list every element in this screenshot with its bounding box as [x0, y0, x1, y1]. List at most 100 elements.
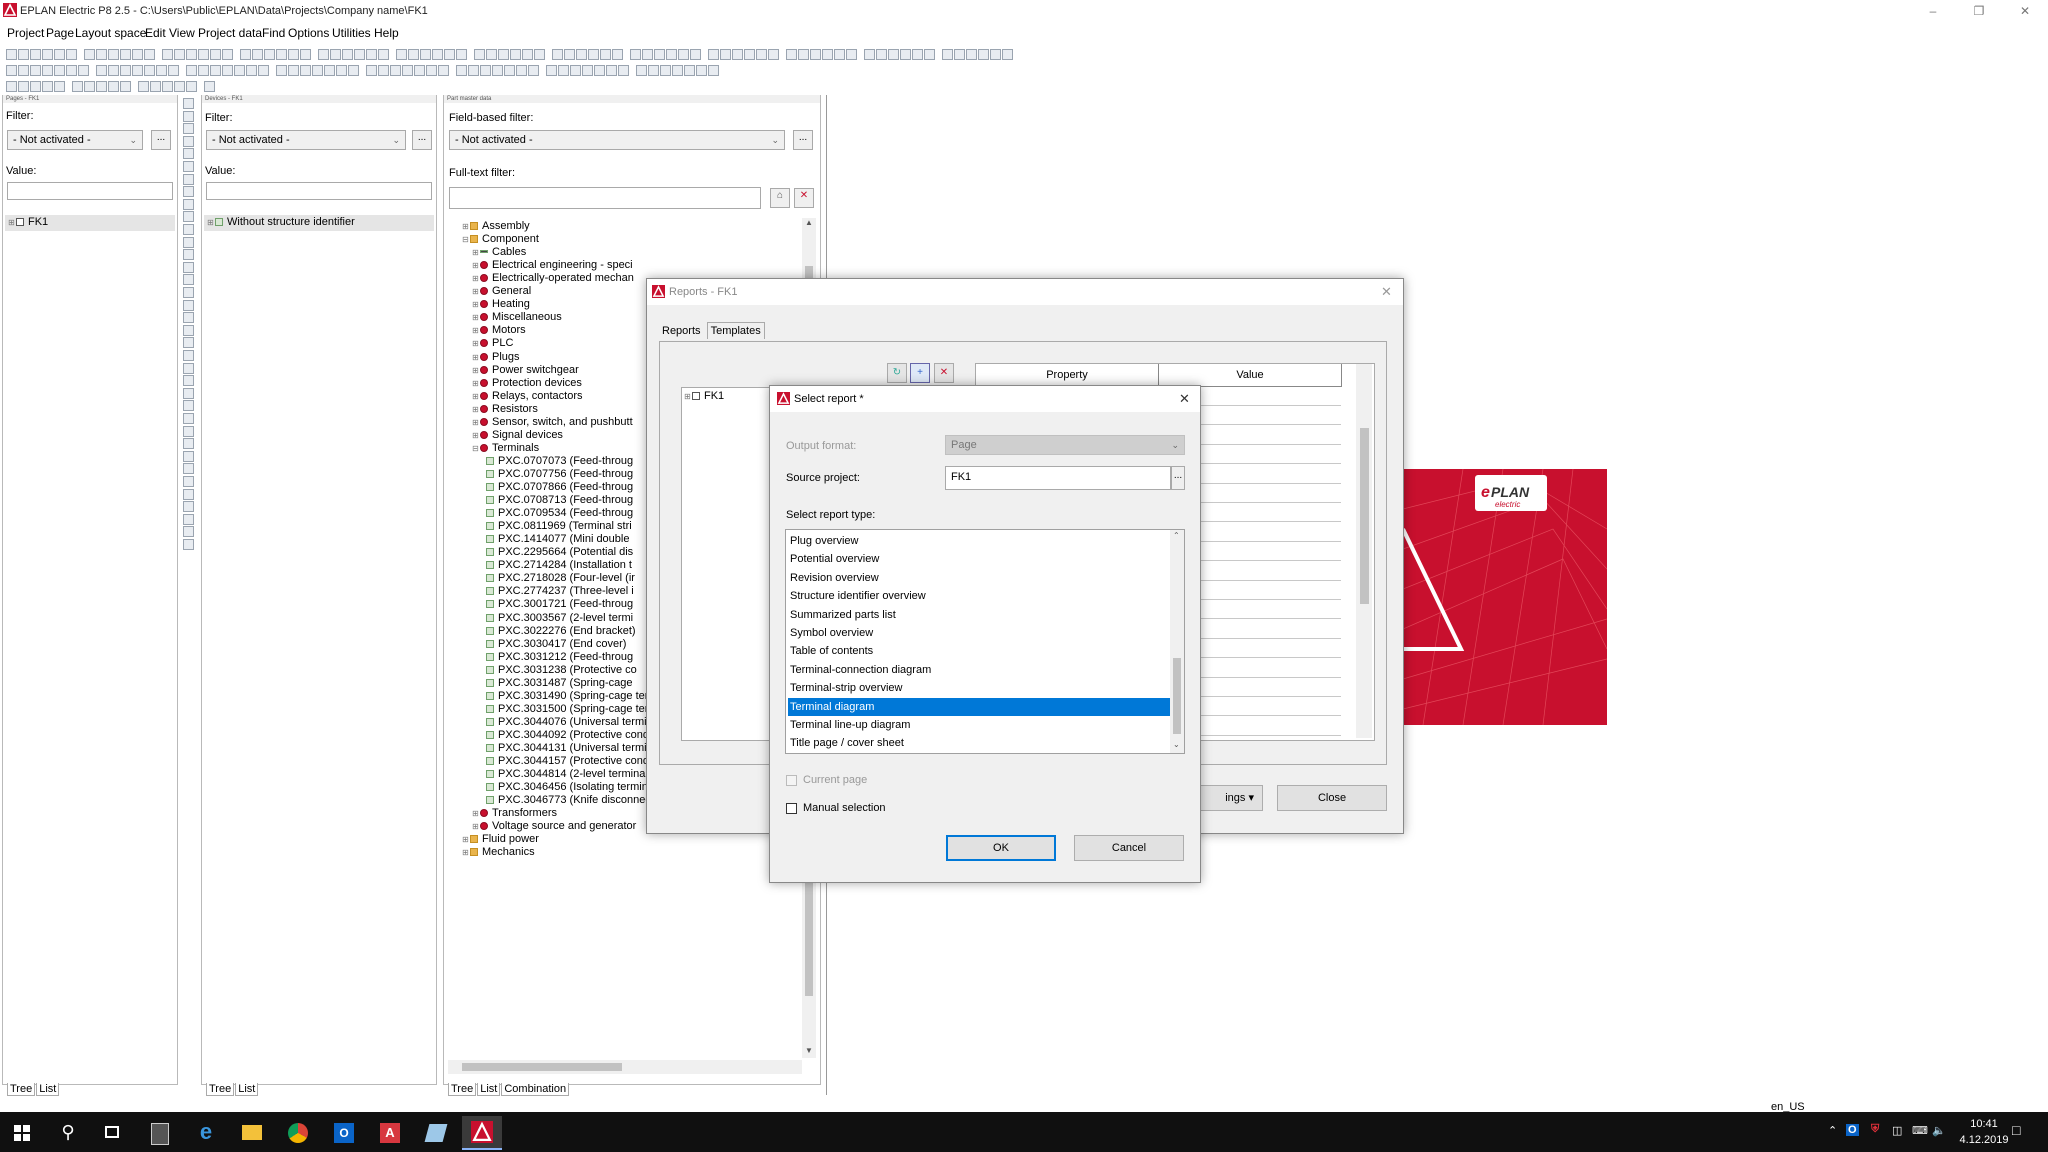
tab-reports[interactable]: Reports [659, 323, 704, 339]
parts-tree-item[interactable]: PXC.2718028 (Four-level (ir [484, 572, 635, 584]
toolbar-button-icon[interactable] [30, 65, 41, 76]
toolbar-button-icon[interactable] [636, 65, 647, 76]
expand-icon[interactable]: ⊞ [472, 339, 479, 348]
keyboard-icon[interactable]: ⌨ [1912, 1124, 1928, 1137]
app-icon[interactable] [416, 1116, 456, 1150]
security-tray-icon[interactable]: ⛨ [1871, 1123, 1879, 1136]
toolbar-button-icon[interactable] [204, 81, 215, 92]
toolbar-button-icon[interactable] [120, 81, 131, 92]
toolbar-button-icon[interactable] [528, 65, 539, 76]
toolbar-button-icon[interactable] [162, 81, 173, 92]
toolbar-button-icon[interactable] [330, 49, 341, 60]
parts-tree-item[interactable]: ⊞ Plugs [472, 351, 520, 363]
scrollbar-thumb[interactable] [1173, 658, 1181, 734]
manual-selection-label[interactable]: Manual selection [803, 802, 886, 814]
toolbar-button-icon[interactable] [144, 65, 155, 76]
toolbar-button-icon[interactable] [108, 49, 119, 60]
toolbar-button-icon[interactable] [18, 81, 29, 92]
toolbar-button-icon[interactable] [138, 81, 149, 92]
acrobat-icon[interactable]: A [370, 1116, 410, 1150]
scrollbar-thumb[interactable] [1360, 428, 1369, 604]
menu-project[interactable]: Project [7, 26, 44, 40]
cancel-button[interactable]: Cancel [1074, 835, 1184, 861]
toolbar-button-icon[interactable] [606, 65, 617, 76]
toolbar-button-icon[interactable] [642, 49, 653, 60]
close-icon[interactable]: ✕ [1381, 284, 1392, 300]
draw-tool-icon[interactable] [183, 261, 194, 273]
report-type-item[interactable]: Revision overview [788, 569, 1170, 587]
parts-tree-item[interactable]: PXC.3022276 (End bracket) [484, 625, 636, 637]
pages-value-input[interactable] [7, 182, 173, 200]
toolbar-button-icon[interactable] [378, 65, 389, 76]
toolbar-button-icon[interactable] [576, 49, 587, 60]
toolbar-button-icon[interactable] [498, 49, 509, 60]
toolbar-button-icon[interactable] [954, 49, 965, 60]
report-type-item[interactable]: Terminal-connection diagram [788, 661, 1170, 679]
expand-icon[interactable]: ⊞ [472, 287, 479, 296]
toolbar-button-icon[interactable] [132, 65, 143, 76]
draw-tool-icon[interactable] [183, 526, 194, 538]
outlook-tray-icon[interactable]: O [1846, 1124, 1859, 1136]
expand-icon[interactable]: ⊞ [472, 809, 479, 818]
parts-tree-item[interactable]: ⊞ Fluid power [462, 833, 539, 845]
draw-tool-icon[interactable] [183, 488, 194, 500]
draw-tool-icon[interactable] [183, 375, 194, 387]
parts-tree-item[interactable]: ⊟ Terminals [472, 442, 539, 454]
tab-list[interactable]: List [36, 1083, 60, 1096]
report-type-item[interactable]: Terminal diagram [788, 697, 1170, 716]
parts-tree-item[interactable]: PXC.3031238 (Protective co [484, 664, 637, 676]
toolbar-button-icon[interactable] [708, 49, 719, 60]
chrome-icon[interactable] [278, 1116, 318, 1150]
parts-tree-item[interactable]: ⊞ PLC [472, 337, 513, 349]
refresh-icon[interactable]: ↻ [887, 363, 907, 383]
calculator-icon[interactable] [140, 1116, 180, 1150]
toolbar-button-icon[interactable] [378, 49, 389, 60]
menu-project-data[interactable]: Project data [198, 26, 262, 40]
draw-tool-icon[interactable] [183, 324, 194, 336]
settings-button[interactable]: ings ▾ [1191, 785, 1263, 811]
toolbar-button-icon[interactable] [582, 65, 593, 76]
menu-help[interactable]: Help [374, 26, 399, 40]
toolbar-button-icon[interactable] [84, 81, 95, 92]
toolbar-button-icon[interactable] [186, 81, 197, 92]
expand-icon[interactable]: ⊞ [472, 392, 479, 401]
value-column-header[interactable]: Value [1159, 364, 1342, 387]
network-icon[interactable]: ◫ [1892, 1124, 1902, 1137]
toolbar-button-icon[interactable] [564, 49, 575, 60]
draw-tool-icon[interactable] [183, 123, 194, 135]
toolbar-button-icon[interactable] [660, 65, 671, 76]
menu-edit[interactable]: Edit [145, 26, 166, 40]
toolbar-button-icon[interactable] [876, 49, 887, 60]
menu-layout-space[interactable]: Layout space [75, 26, 146, 40]
expand-icon[interactable]: ⊞ [462, 222, 469, 231]
clock-time[interactable]: 10:41 [1954, 1118, 2014, 1130]
draw-tool-icon[interactable] [183, 350, 194, 361]
toolbar-button-icon[interactable] [72, 81, 83, 92]
toolbar-button-icon[interactable] [414, 65, 425, 76]
parts-tree-item[interactable]: PXC.0707756 (Feed-throug [484, 468, 633, 480]
toolbar-button-icon[interactable] [630, 49, 641, 60]
parts-tree-item[interactable]: PXC.3001721 (Feed-throug [484, 598, 633, 610]
toolbar-button-icon[interactable] [390, 65, 401, 76]
toolbar-button-icon[interactable] [96, 49, 107, 60]
expand-icon[interactable]: ⊞ [472, 431, 479, 440]
draw-tool-icon[interactable] [183, 135, 194, 147]
expand-icon[interactable]: ⊞ [472, 379, 479, 388]
scroll-up-icon[interactable]: ⌃ [1173, 531, 1180, 540]
menu-view[interactable]: View [169, 26, 195, 40]
toolbar-button-icon[interactable] [744, 49, 755, 60]
toolbar-button-icon[interactable] [186, 49, 197, 60]
toolbar-button-icon[interactable] [222, 65, 233, 76]
pages-filter-more-button[interactable]: ... [151, 130, 171, 150]
toolbar-button-icon[interactable] [162, 49, 173, 60]
fulltext-filter-input[interactable] [449, 187, 761, 209]
field-filter-combo[interactable]: - Not activated - ⌄ [449, 130, 785, 150]
scroll-down-icon[interactable]: ⌄ [1173, 740, 1180, 749]
parts-horizontal-scrollbar[interactable] [448, 1060, 802, 1074]
tab-tree[interactable]: Tree [7, 1083, 36, 1096]
parts-tree-item[interactable]: PXC.2295664 (Potential dis [484, 546, 633, 558]
toolbar-button-icon[interactable] [912, 49, 923, 60]
toolbar-button-icon[interactable] [78, 65, 89, 76]
source-project-input[interactable]: FK1 [945, 466, 1171, 490]
toolbar-button-icon[interactable] [318, 49, 329, 60]
